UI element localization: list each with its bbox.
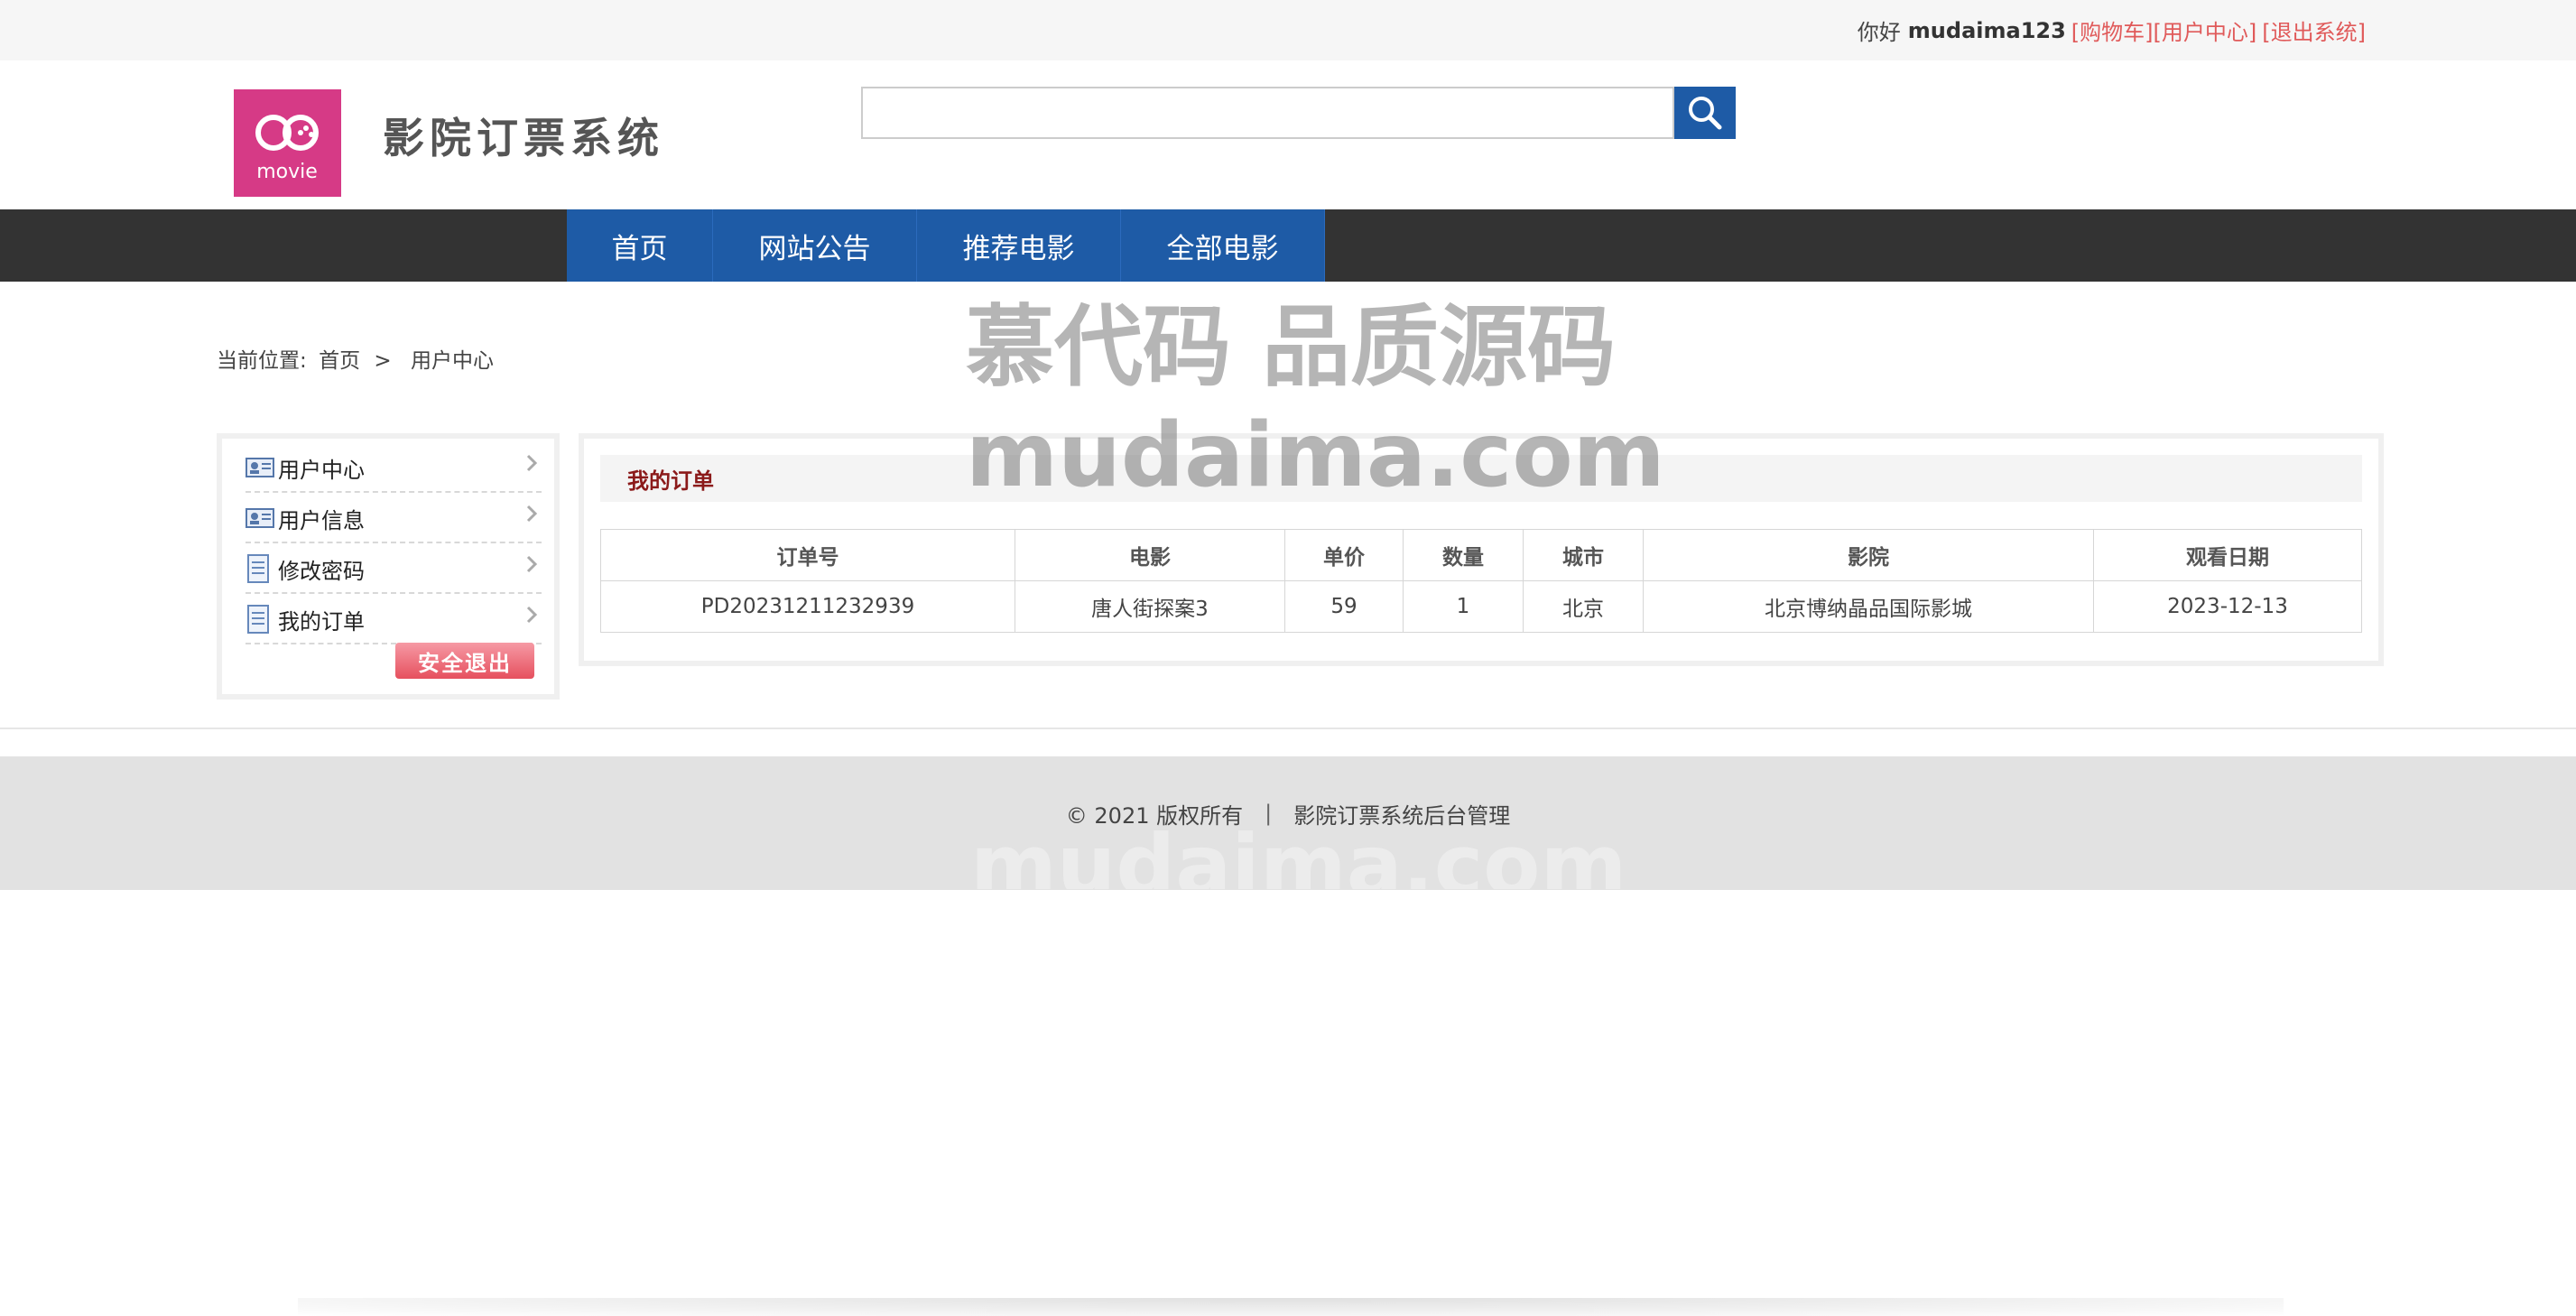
- table-row: PD20231211232939 唐人街探案3 59 1 北京 北京博纳晶品国际…: [600, 580, 2362, 633]
- user-links: 你好 mudaima123 [购物车] [用户中心] [退出系统]: [1858, 0, 2366, 60]
- footer: © 2021 版权所有 | 影院订票系统后台管理: [0, 756, 2576, 890]
- cinema-cell: 北京博纳晶品国际影城: [1643, 580, 2094, 633]
- main-nav: 首页 网站公告 推荐电影 全部电影: [0, 209, 2576, 282]
- sidebar-item-user-info[interactable]: 用户信息: [246, 495, 542, 543]
- sidebar-item-label: 修改密码: [278, 558, 365, 584]
- sidebar-item-label: 我的订单: [278, 608, 365, 635]
- logo-text: movie: [256, 161, 318, 183]
- username: mudaima123: [1907, 17, 2066, 43]
- footer-text: © 2021 版权所有 | 影院订票系统后台管理: [0, 756, 2576, 870]
- cart-link[interactable]: [购物车]: [2071, 14, 2154, 46]
- sidebar-item-user-center[interactable]: 用户中心: [246, 444, 542, 493]
- bottom-shadow: [298, 1298, 2284, 1316]
- header: movie 影院订票系统: [0, 60, 2576, 209]
- nav-item-all-movies[interactable]: 全部电影: [1121, 209, 1325, 282]
- user-sidebar: 用户中心 用户信息 修改密码 我的订单 安全退出: [217, 433, 560, 700]
- top-bar: 你好 mudaima123 [购物车] [用户中心] [退出系统]: [0, 0, 2576, 60]
- city-cell: 北京: [1523, 580, 1644, 633]
- site-logo[interactable]: movie: [234, 89, 341, 197]
- watermark-line1: 慕代码 品质源码: [966, 296, 1617, 399]
- footer-divider: [0, 728, 2576, 729]
- sidebar-item-change-password[interactable]: 修改密码: [246, 545, 542, 594]
- chevron-right-icon: [526, 505, 538, 523]
- movie-cell: 唐人街探案3: [1015, 580, 1285, 633]
- greeting-text: 你好: [1857, 20, 1901, 45]
- id-card-icon: [246, 507, 278, 529]
- chevron-right-icon: [526, 555, 538, 573]
- search-input[interactable]: [861, 87, 1674, 139]
- panel-title: 我的订单: [627, 468, 714, 494]
- footer-separator: |: [1265, 801, 1273, 826]
- nav-item-announcements[interactable]: 网站公告: [713, 209, 917, 282]
- column-header: 单价: [1284, 529, 1404, 581]
- document-icon: [246, 554, 278, 583]
- orders-panel: 我的订单 订单号 电影 单价 数量 城市 影院 观看日期 PD202312112…: [579, 433, 2384, 666]
- price-cell: 59: [1284, 580, 1404, 633]
- view-date-cell: 2023-12-13: [2093, 580, 2362, 633]
- sidebar-item-label: 用户中心: [278, 457, 365, 483]
- order-id-cell: PD20231211232939: [600, 580, 1015, 633]
- breadcrumb: 当前位置: 首页 > 用户中心: [217, 343, 499, 374]
- panel-header: 我的订单: [600, 455, 2362, 502]
- search-button[interactable]: [1674, 87, 1736, 139]
- column-header: 城市: [1523, 529, 1644, 581]
- copyright-text: © 2021 版权所有: [1065, 802, 1244, 829]
- sidebar-item-my-orders[interactable]: 我的订单: [246, 596, 542, 644]
- table-header-row: 订单号 电影 单价 数量 城市 影院 观看日期: [600, 529, 2362, 581]
- admin-link[interactable]: 影院订票系统后台管理: [1293, 798, 1510, 829]
- logout-link[interactable]: [退出系统]: [2262, 14, 2366, 46]
- column-header: 数量: [1403, 529, 1524, 581]
- search-icon: [1689, 97, 1722, 130]
- sidebar-item-label: 用户信息: [278, 507, 365, 533]
- user-center-link[interactable]: [用户中心]: [2154, 14, 2257, 46]
- orders-table: 订单号 电影 单价 数量 城市 影院 观看日期 PD20231211232939…: [600, 529, 2362, 633]
- nav-item-home[interactable]: 首页: [567, 209, 713, 282]
- breadcrumb-prefix: 当前位置:: [217, 349, 307, 373]
- document-icon: [246, 605, 278, 634]
- movie-logo-icon: movie: [234, 89, 341, 197]
- site-title: 影院订票系统: [383, 114, 664, 162]
- column-header: 订单号: [600, 529, 1015, 581]
- id-card-icon: [246, 457, 278, 478]
- nav-item-recommended[interactable]: 推荐电影: [917, 209, 1121, 282]
- breadcrumb-separator: >: [374, 349, 392, 373]
- safe-logout-button[interactable]: 安全退出: [395, 643, 534, 679]
- nav-items: 首页 网站公告 推荐电影 全部电影: [567, 209, 1325, 282]
- breadcrumb-current: 用户中心: [410, 349, 494, 373]
- chevron-right-icon: [526, 454, 538, 472]
- breadcrumb-home[interactable]: 首页: [319, 349, 360, 373]
- chevron-right-icon: [526, 606, 538, 624]
- column-header: 观看日期: [2093, 529, 2362, 581]
- quantity-cell: 1: [1403, 580, 1524, 633]
- column-header: 影院: [1643, 529, 2094, 581]
- column-header: 电影: [1015, 529, 1285, 581]
